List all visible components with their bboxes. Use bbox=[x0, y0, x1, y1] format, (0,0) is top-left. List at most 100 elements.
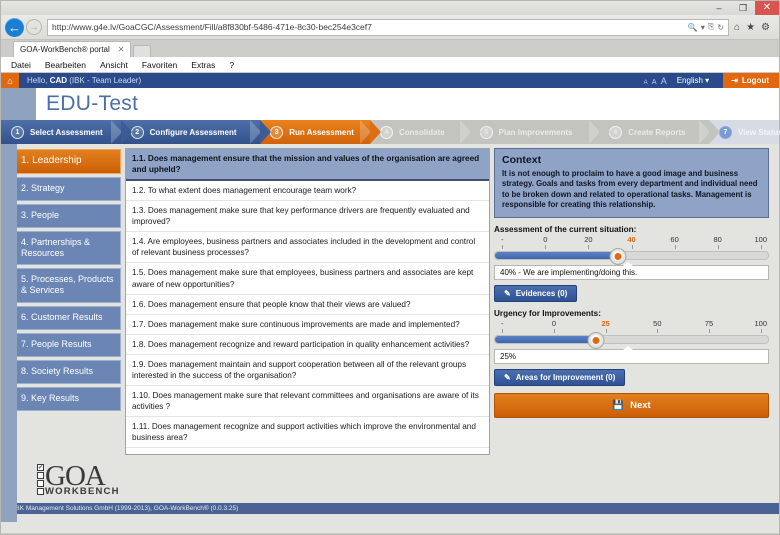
wizard-step-label: Consolidate bbox=[398, 127, 445, 137]
logout-button[interactable]: ⇥ Logout bbox=[723, 73, 779, 88]
urgency-value-field[interactable]: 25% bbox=[494, 346, 769, 365]
menu-ansicht[interactable]: Ansicht bbox=[100, 60, 128, 70]
wizard-step-4[interactable]: 4 Consolidate bbox=[369, 120, 481, 144]
sidebar-item-7[interactable]: 7. People Results bbox=[9, 332, 121, 357]
slider-tick-label: 40 bbox=[627, 235, 636, 245]
question-item[interactable]: 1.12. Does management keep everyone up t… bbox=[126, 448, 489, 454]
wizard-step-label: Run Assessment bbox=[289, 127, 354, 137]
url-text: http://www.g4e.lv/GoaCGC/Assessment/Fill… bbox=[52, 22, 372, 32]
urgency-slider-label: Urgency for Improvements: bbox=[494, 309, 601, 319]
new-tab-button[interactable] bbox=[133, 45, 152, 57]
app-userbar: ⌂ Hello, CAD (IBK - Team Leader) A A A E… bbox=[1, 73, 779, 88]
address-bar[interactable]: http://www.g4e.lv/GoaCGC/Assessment/Fill… bbox=[47, 18, 730, 36]
slider-tick-label: 0 bbox=[551, 319, 557, 329]
slider-tick-mark bbox=[502, 329, 504, 334]
font-size-small-button[interactable]: A bbox=[644, 80, 648, 86]
refresh-icon[interactable]: ↻ bbox=[717, 23, 724, 32]
menu-extras[interactable]: Extras bbox=[191, 60, 215, 70]
wizard-step-2[interactable]: 2 Configure Assessment bbox=[120, 120, 272, 144]
wizard-step-label: Configure Assessment bbox=[149, 127, 237, 137]
sidebar-item-2[interactable]: 2. Strategy bbox=[9, 176, 121, 201]
slider-tick-mark bbox=[631, 245, 633, 250]
menu-help[interactable]: ? bbox=[229, 60, 234, 70]
user-role: (IBK - Team Leader) bbox=[67, 76, 142, 85]
sidebar-item-9[interactable]: 9. Key Results bbox=[9, 386, 121, 411]
assessment-slider-block: Assessment of the current situation: - 0 2… bbox=[494, 225, 769, 266]
sidebar-item-3[interactable]: 3. People bbox=[9, 203, 121, 228]
font-size-controls: A A A bbox=[644, 76, 667, 86]
logout-label: Logout bbox=[741, 76, 769, 85]
question-item[interactable]: 1.6. Does management ensure that people … bbox=[126, 295, 489, 315]
slider-tick-label: 50 bbox=[653, 319, 662, 329]
language-selector[interactable]: English ▾ bbox=[677, 76, 709, 85]
urgency-slider-fill bbox=[495, 336, 596, 344]
copyright-footer: © IBK Management Solutions GmbH (1999-20… bbox=[1, 503, 779, 514]
criteria-sidebar: 1. Leadership 2. Strategy 3. People 4. Part… bbox=[1, 144, 125, 455]
tab-goa-workbench-portal[interactable]: GOA-WorkBench® portal ✕ bbox=[13, 41, 132, 57]
question-item[interactable]: 1.11. Does management recognize and supp… bbox=[126, 417, 489, 449]
sidebar-item-4[interactable]: 4. Partnerships & Resources bbox=[9, 230, 121, 265]
sidebar-item-1[interactable]: 1. Leadership bbox=[9, 149, 121, 174]
wizard-step-6[interactable]: 6 Create Reports bbox=[599, 120, 720, 144]
sidebar-item-label: 3. People bbox=[21, 209, 60, 220]
chevron-down-icon[interactable]: ▾ bbox=[701, 23, 705, 32]
page-icon[interactable]: ⎘ bbox=[708, 22, 714, 32]
minimize-icon[interactable]: – bbox=[707, 1, 731, 15]
slider-tick-mark bbox=[657, 329, 659, 334]
sidebar-item-5[interactable]: 5. Processes, Products & Services bbox=[9, 268, 121, 303]
slider-tick-mark bbox=[760, 245, 762, 250]
wizard-step-number: 2 bbox=[130, 125, 144, 139]
urgency-slider[interactable] bbox=[494, 332, 769, 350]
menu-datei[interactable]: Datei bbox=[11, 60, 31, 70]
slider-tick-mark bbox=[605, 329, 607, 334]
context-title: Context bbox=[502, 154, 542, 166]
logo-row: ✔ GOA WORKBENCH bbox=[1, 455, 779, 503]
question-item[interactable]: 1.1. Does management ensure that the mis… bbox=[126, 149, 489, 182]
urgency-slider-handle[interactable] bbox=[587, 332, 605, 350]
assessment-value-field[interactable]: 40% - We are implementing/doing this. bbox=[494, 262, 769, 281]
step-arrow bbox=[369, 120, 381, 144]
slider-tick-label: - bbox=[501, 235, 504, 245]
step-arrow bbox=[469, 120, 481, 144]
menu-bearbeiten[interactable]: Bearbeiten bbox=[45, 60, 86, 70]
sidebar-item-6[interactable]: 6. Customer Results bbox=[9, 305, 121, 330]
assessment-value-text: 40% - We are implementing/doing this. bbox=[500, 268, 638, 278]
forward-icon[interactable]: → bbox=[26, 19, 42, 35]
question-item[interactable]: 1.10. Does management make sure that rel… bbox=[126, 386, 489, 417]
context-body: It is not enough to proclaim to have a g… bbox=[502, 169, 758, 209]
font-size-large-button[interactable]: A bbox=[661, 76, 667, 86]
close-icon[interactable]: ✕ bbox=[755, 1, 779, 15]
back-icon[interactable]: ← bbox=[5, 17, 24, 37]
areas-for-improvement-button[interactable]: ✎ Areas for Improvement (0) bbox=[494, 369, 626, 387]
question-item[interactable]: 1.8. Does management recognize and rewar… bbox=[126, 335, 489, 355]
question-item[interactable]: 1.4. Are employees, business partners an… bbox=[126, 232, 489, 264]
slider-tick-label: 100 bbox=[754, 319, 768, 329]
slider-tick-mark bbox=[760, 329, 762, 334]
assessment-slider[interactable] bbox=[494, 248, 769, 266]
app-home-icon[interactable]: ⌂ bbox=[1, 73, 19, 88]
home-icon[interactable]: ⌂ bbox=[734, 22, 740, 33]
wizard-step-5[interactable]: 5 Plan Improvements bbox=[469, 120, 611, 144]
font-size-medium-button[interactable]: A bbox=[652, 77, 657, 86]
maximize-icon[interactable]: ❐ bbox=[731, 1, 755, 15]
question-item[interactable]: 1.7. Does management make sure continuou… bbox=[126, 315, 489, 335]
browser-navbar: ← → http://www.g4e.lv/GoaCGC/Assessment/… bbox=[1, 15, 779, 40]
wizard-step-1[interactable]: 1 Select Assessment bbox=[1, 120, 132, 144]
search-icon[interactable]: 🔍 bbox=[688, 23, 698, 32]
favorites-icon[interactable]: ★ bbox=[746, 22, 755, 33]
sidebar-item-8[interactable]: 8. Society Results bbox=[9, 359, 121, 384]
next-button[interactable]: 💾 Next bbox=[494, 393, 769, 419]
menu-favoriten[interactable]: Favoriten bbox=[142, 60, 177, 70]
wizard-step-3[interactable]: 3 Run Assessment bbox=[260, 120, 381, 144]
web-page: ⌂ Hello, CAD (IBK - Team Leader) A A A E… bbox=[1, 73, 780, 533]
userbar-right: A A A English ▾ ⇥ Logout bbox=[644, 73, 779, 88]
tab-close-icon[interactable]: ✕ bbox=[118, 45, 125, 54]
question-item[interactable]: 1.3. Does management make sure that key … bbox=[126, 201, 489, 233]
gear-icon[interactable]: ⚙ bbox=[761, 22, 770, 33]
assessment-slider-tickmarks bbox=[494, 245, 769, 250]
question-item[interactable]: 1.2. To what extent does management enco… bbox=[126, 181, 489, 202]
evidences-button[interactable]: ✎ Evidences (0) bbox=[494, 285, 578, 303]
wizard-step-number: 1 bbox=[11, 125, 24, 139]
question-item[interactable]: 1.5. Does management make sure that empl… bbox=[126, 263, 489, 295]
question-item[interactable]: 1.9. Does management maintain and suppor… bbox=[126, 355, 489, 386]
